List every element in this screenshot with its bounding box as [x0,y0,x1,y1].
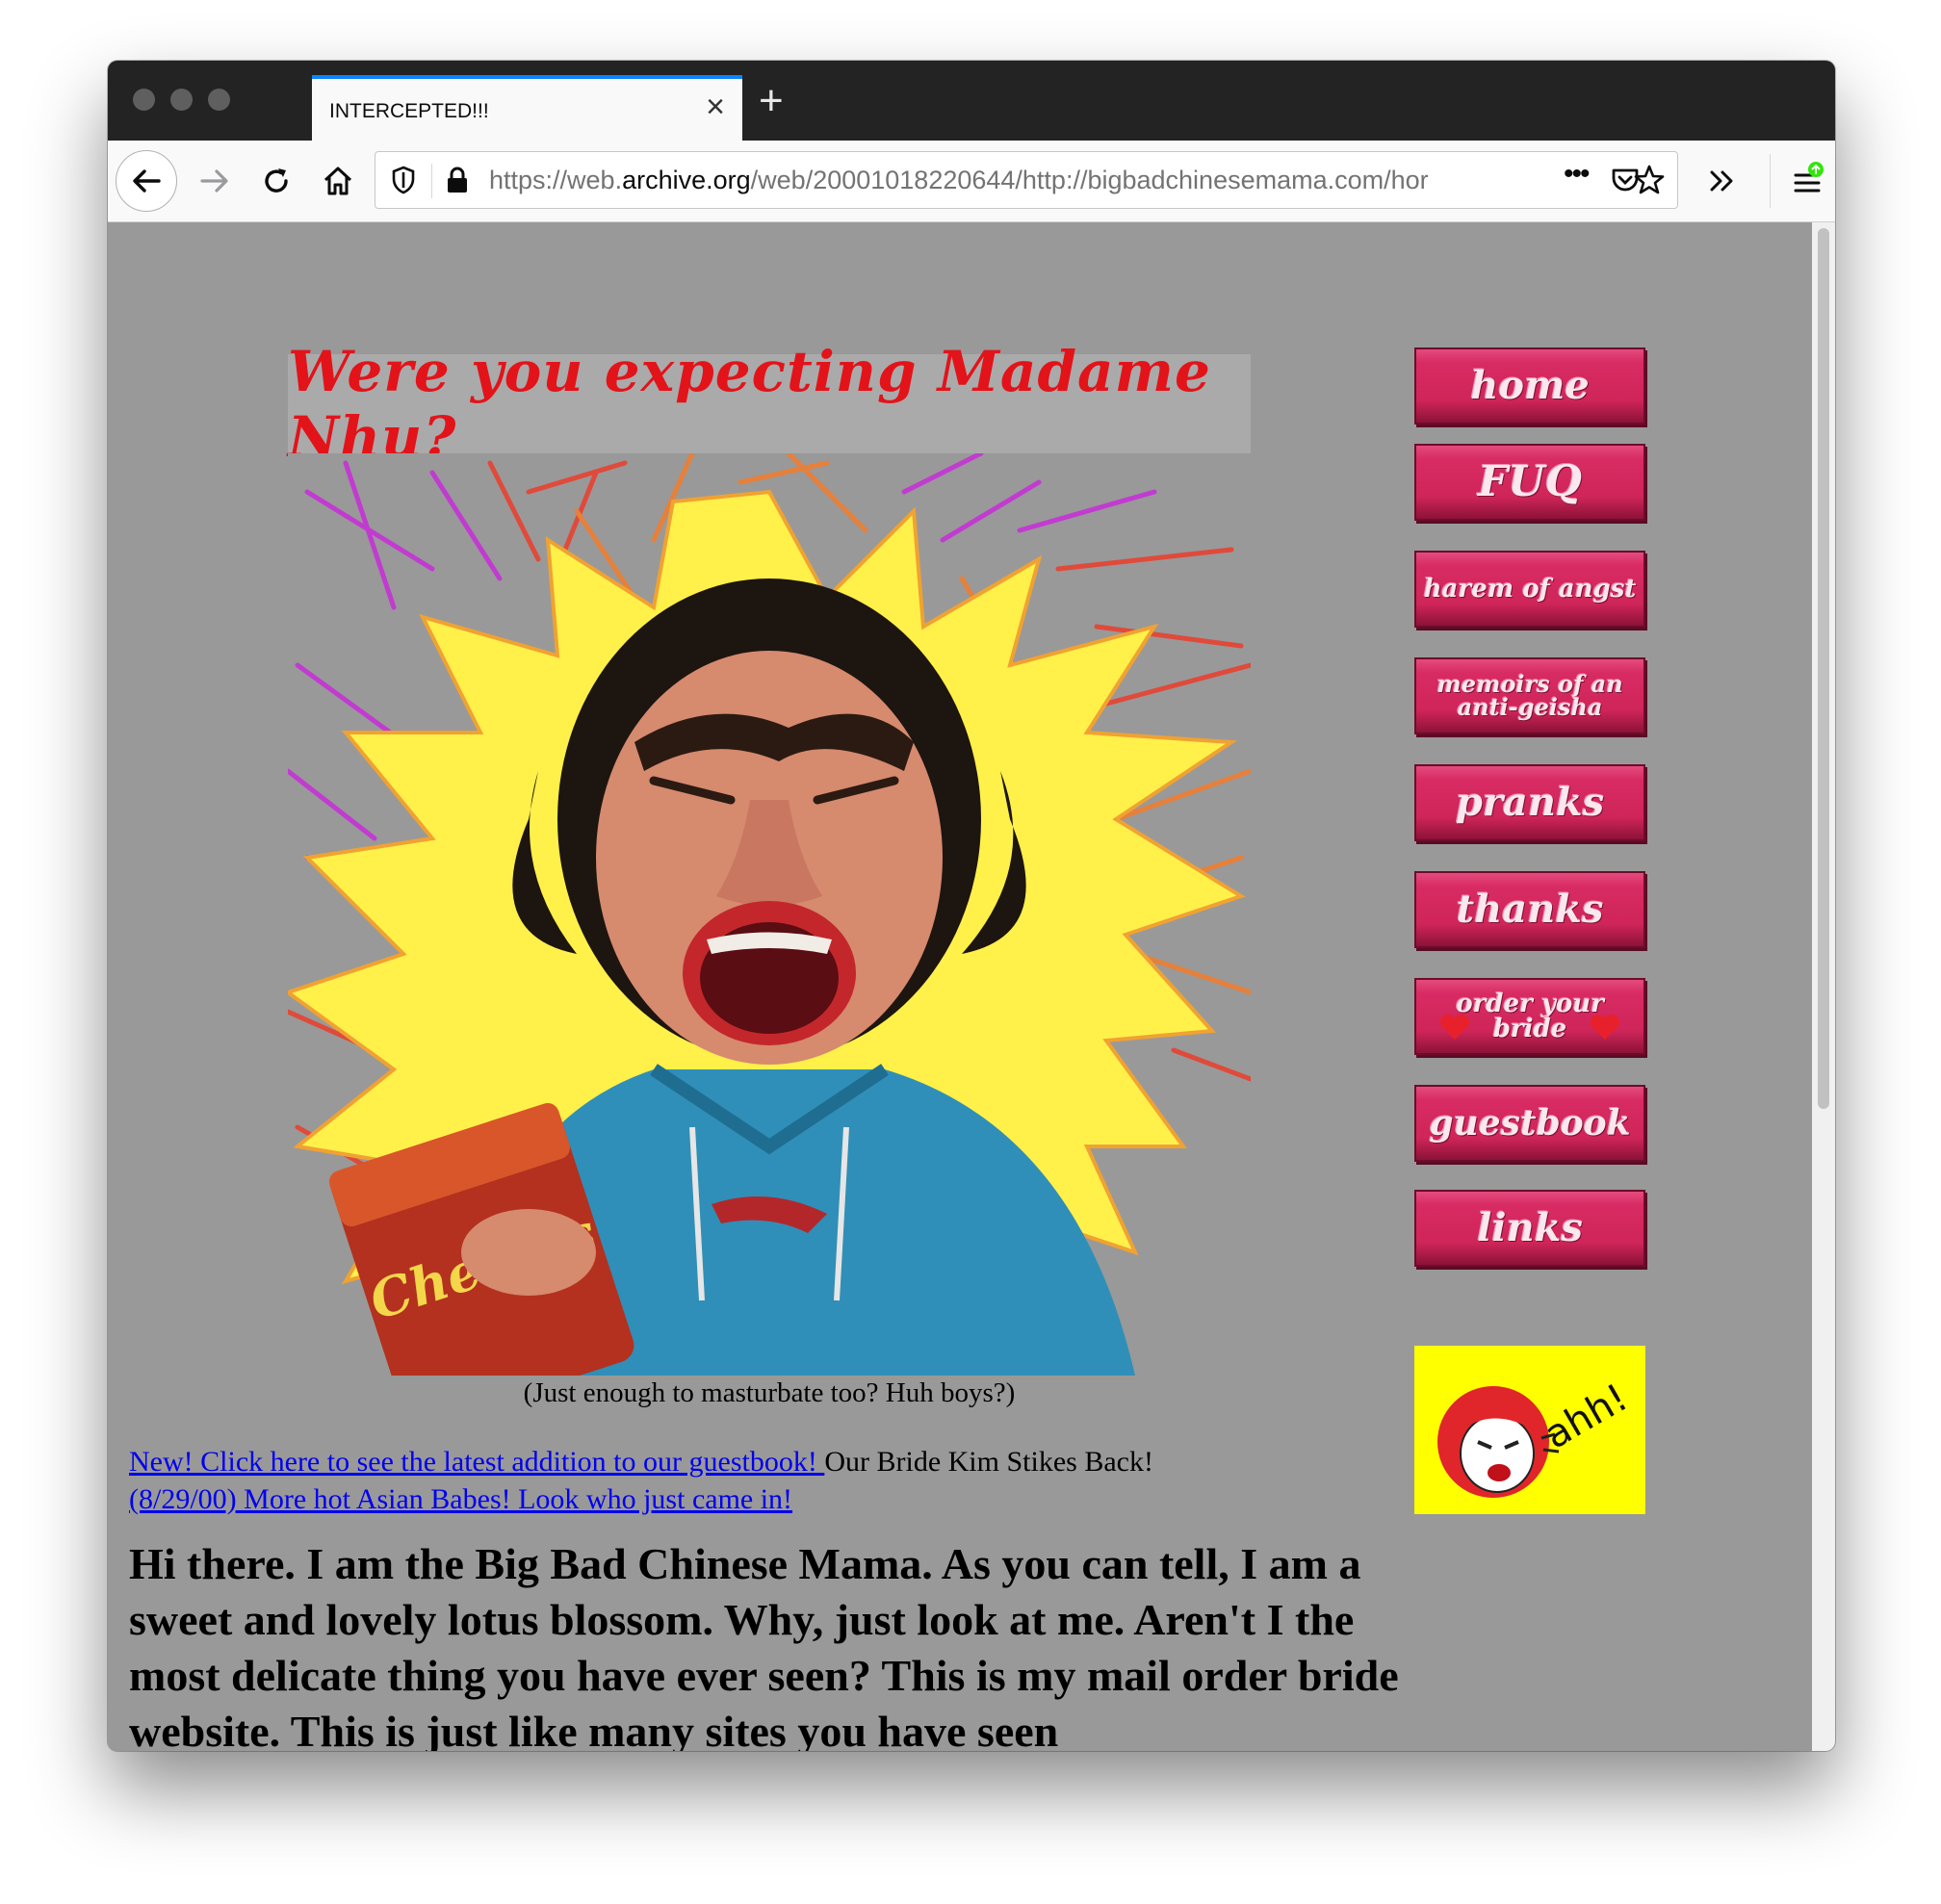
url-host: archive.org [622,166,751,194]
window-zoom-dot[interactable] [208,89,230,111]
nav-thanks-label: thanks [1456,887,1604,932]
toolbar-divider [1770,154,1771,208]
app-menu-button[interactable] [1783,141,1831,221]
nav-order-label-2: bride [1492,1015,1567,1043]
address-bar[interactable]: https://web.archive.org/web/200010182206… [375,151,1678,209]
forward-arrow-icon [200,169,228,193]
nav-memoirs-label-2: anti-geisha [1457,693,1603,721]
sticker-shout-text: ahh! [1537,1376,1635,1457]
nav-order-your-bride-button[interactable]: order your bride [1414,978,1645,1055]
photo-caption: (Just enough to masturbate too? Huh boys… [523,1377,1016,1408]
hamburger-menu-icon [1794,162,1824,193]
navigation-bar: https://web.archive.org/web/200010182206… [108,141,1835,222]
url-separator [431,164,432,198]
new-tab-icon[interactable]: + [759,80,784,122]
nav-pranks-label: pranks [1455,780,1605,825]
back-button[interactable] [116,150,177,212]
overflow-toolbar-button[interactable] [1698,141,1747,221]
nav-links-button[interactable]: links [1414,1190,1645,1267]
home-button[interactable] [314,141,362,221]
chevrons-right-icon [1710,170,1733,192]
reload-icon [265,168,288,193]
banner-text: Were you expecting Madame Nhu? [288,338,1211,470]
tab-strip: INTERCEPTED!!! × + [108,61,1835,141]
browser-window: INTERCEPTED!!! × + https://web.archive.o… [108,61,1835,1751]
nav-harem-label: harem of angst [1423,575,1637,604]
angry-cartoon-sticker[interactable]: ahh! [1414,1346,1645,1514]
guestbook-latest-link[interactable]: New! Click here to see the latest additi… [129,1446,824,1478]
page-content: Were you expecting Madame Nhu? (Just eno… [108,222,1812,1751]
nav-memoirs-button[interactable]: memoirs of an anti-geisha [1414,657,1645,734]
reload-button[interactable] [252,141,300,221]
nav-harem-of-angst-button[interactable]: harem of angst [1414,551,1645,628]
url-prefix: https://web. [489,166,623,194]
intro-paragraph: Hi there. I am the Big Bad Chinese Mama.… [129,1539,1399,1751]
home-icon [324,167,352,195]
announcement-links: New! Click here to see the latest additi… [129,1443,1284,1518]
cartoon-face-icon: ahh! [1437,1376,1636,1498]
tab-active[interactable]: INTERCEPTED!!! × [312,75,742,141]
nav-fuq-button[interactable]: FUQ [1414,444,1645,521]
lock-icon[interactable] [445,166,470,194]
banner-image: Were you expecting Madame Nhu? [288,339,1251,470]
nav-thanks-button[interactable]: thanks [1414,871,1645,948]
screaming-woman-photo: Cheetos [288,453,1251,1376]
nav-pranks-button[interactable]: pranks [1414,764,1645,841]
page-actions-icon[interactable]: ••• [1564,158,1590,191]
tab-close-icon[interactable]: × [706,90,725,123]
bookmark-star-icon[interactable] [1633,164,1666,196]
nav-home-label: home [1470,363,1590,408]
url-path: /web/20001018220644/http://bigbadchinese… [750,166,1429,194]
nav-order-label-1: order your [1456,990,1604,1018]
url-text[interactable]: https://web.archive.org/web/200010182206… [489,166,1548,195]
nav-guestbook-label: guestbook [1429,1103,1631,1144]
back-arrow-icon [133,169,161,193]
window-minimize-dot[interactable] [170,89,193,111]
nav-fuq-label: FUQ [1478,457,1582,506]
asian-babes-link[interactable]: (8/29/00) More hot Asian Babes! Look who… [129,1483,792,1515]
nav-links-label: links [1477,1205,1583,1250]
nav-home-button[interactable]: home [1414,347,1645,425]
guestbook-note: Our Bride Kim Stikes Back! [824,1446,1153,1478]
nav-guestbook-button[interactable]: guestbook [1414,1085,1645,1162]
forward-button[interactable] [191,141,239,221]
tab-title: INTERCEPTED!!! [329,100,489,122]
scrollbar-thumb[interactable] [1818,228,1829,1109]
tracking-shield-icon[interactable] [391,166,416,194]
vertical-scrollbar[interactable] [1812,222,1835,1751]
window-close-dot[interactable] [133,89,155,111]
